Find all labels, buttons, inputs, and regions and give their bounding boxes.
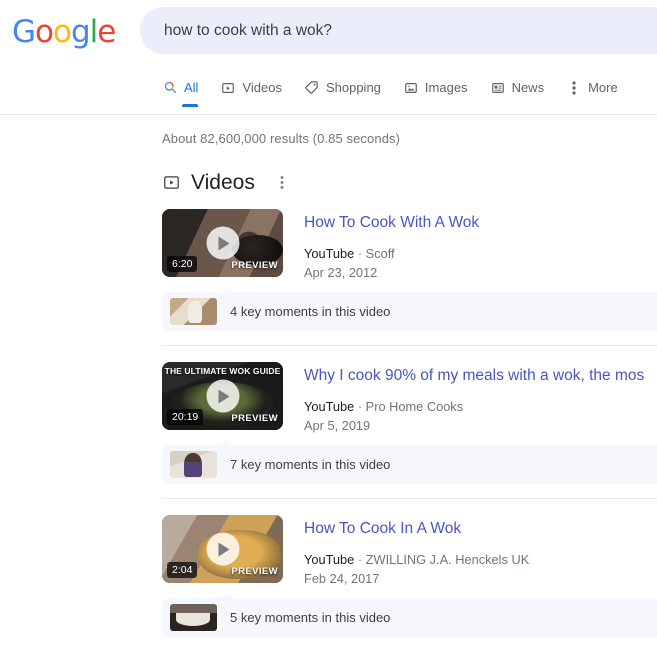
play-icon[interactable] [206, 226, 239, 260]
result-divider [162, 498, 657, 499]
video-source: YouTube · ZWILLING J.A. Henckels UK [304, 552, 530, 567]
tab-images[interactable]: Images [403, 68, 468, 107]
play-icon[interactable] [206, 532, 239, 566]
tab-shopping[interactable]: Shopping [304, 68, 381, 107]
tab-all[interactable]: All [162, 68, 199, 107]
video-channel-name: ZWILLING J.A. Henckels UK [365, 552, 530, 567]
video-result: 2:04 PREVIEW How To Cook In A Wok YouTub… [162, 513, 657, 637]
video-date: Apr 5, 2019 [304, 418, 371, 433]
key-moment-thumbnail [170, 451, 217, 478]
video-duration: 2:04 [167, 561, 198, 578]
search-header: Google how to cook with a wok? [0, 0, 657, 68]
search-tabs-bar: All Videos Shopping Images News More [0, 68, 657, 115]
preview-label: PREVIEW [231, 566, 278, 577]
tab-videos-label: Videos [242, 80, 282, 95]
key-moments-row[interactable]: 5 key moments in this video [162, 593, 657, 637]
video-thumbnail[interactable]: 2:04 PREVIEW [162, 515, 283, 583]
key-moment-thumbnail [170, 298, 217, 325]
search-query-text: how to cook with a wok? [164, 21, 333, 39]
tab-images-label: Images [424, 80, 468, 95]
tab-shopping-label: Shopping [325, 80, 381, 95]
google-logo[interactable]: Google [12, 14, 116, 50]
news-icon [490, 80, 506, 96]
video-source: YouTube · Pro Home Cooks [304, 399, 464, 414]
search-icon [162, 80, 178, 96]
tab-more[interactable]: More [566, 68, 618, 107]
video-title-link[interactable]: How To Cook With A Wok [304, 213, 657, 233]
video-info: How To Cook In A Wok YouTube · ZWILLING … [283, 515, 657, 587]
tab-news[interactable]: News [490, 68, 545, 107]
logo-letter-g1: G [12, 14, 36, 50]
videos-section-header: Videos [162, 172, 657, 193]
result-stats: About 82,600,000 results (0.85 seconds) [162, 131, 401, 146]
video-info: How To Cook With A Wok YouTube · Scoff A… [283, 209, 657, 281]
logo-letter-o1: o [35, 14, 54, 50]
video-source: YouTube · Scoff [304, 246, 395, 261]
video-source-name: YouTube [304, 552, 355, 567]
key-moments-label: 5 key moments in this video [230, 610, 391, 625]
preview-label: PREVIEW [231, 260, 278, 271]
video-title-link[interactable]: Why I cook 90% of my meals with a wok, t… [304, 366, 657, 386]
video-channel-name: Pro Home Cooks [365, 399, 464, 414]
preview-label: PREVIEW [231, 413, 278, 424]
video-result: 6:20 PREVIEW How To Cook With A Wok YouT… [162, 207, 657, 346]
search-results: About 82,600,000 results (0.85 seconds) … [0, 115, 657, 637]
key-moments-row[interactable]: 4 key moments in this video [162, 287, 657, 331]
video-icon [162, 174, 180, 192]
tab-videos[interactable]: Videos [220, 68, 282, 107]
videos-section-title: Videos [191, 171, 255, 194]
search-tabs: All Videos Shopping Images News More [162, 68, 640, 114]
tab-all-label: All [184, 80, 199, 95]
video-result-main: 6:20 PREVIEW How To Cook With A Wok YouT… [162, 207, 657, 281]
key-moments-label: 7 key moments in this video [230, 457, 391, 472]
video-source-name: YouTube [304, 246, 355, 261]
video-info: Why I cook 90% of my meals with a wok, t… [283, 362, 657, 434]
video-thumbnail[interactable]: THE ULTIMATE WOK GUIDE 20:19 PREVIEW [162, 362, 283, 430]
video-duration: 6:20 [167, 255, 198, 272]
logo-letter-g2: g [70, 14, 91, 50]
video-result-main: 2:04 PREVIEW How To Cook In A Wok YouTub… [162, 513, 657, 587]
video-date: Feb 24, 2017 [304, 571, 380, 586]
video-thumbnail[interactable]: 6:20 PREVIEW [162, 209, 283, 277]
logo-letter-l: l [89, 14, 99, 50]
result-divider [162, 345, 657, 346]
logo-letter-e: e [97, 14, 116, 50]
thumbnail-overlay-text: THE ULTIMATE WOK GUIDE [164, 366, 281, 376]
video-date: Apr 23, 2012 [304, 265, 378, 280]
key-moments-row[interactable]: 7 key moments in this video [162, 440, 657, 484]
play-icon[interactable] [206, 379, 239, 413]
more-vertical-icon [566, 80, 582, 96]
tag-icon [304, 80, 320, 96]
video-result: THE ULTIMATE WOK GUIDE 20:19 PREVIEW Why… [162, 360, 657, 499]
search-input[interactable]: how to cook with a wok? [140, 7, 657, 54]
video-channel-name: Scoff [365, 246, 395, 261]
more-vertical-icon[interactable] [275, 174, 289, 192]
video-result-main: THE ULTIMATE WOK GUIDE 20:19 PREVIEW Why… [162, 360, 657, 434]
video-title-link[interactable]: How To Cook In A Wok [304, 519, 657, 539]
video-icon [220, 80, 236, 96]
tab-more-label: More [588, 80, 618, 95]
video-duration: 20:19 [167, 408, 204, 425]
tab-news-label: News [511, 80, 545, 95]
video-source-name: YouTube [304, 399, 355, 414]
logo-letter-o2: o [53, 14, 72, 50]
key-moments-label: 4 key moments in this video [230, 304, 391, 319]
image-icon [403, 80, 419, 96]
key-moment-thumbnail [170, 604, 217, 631]
